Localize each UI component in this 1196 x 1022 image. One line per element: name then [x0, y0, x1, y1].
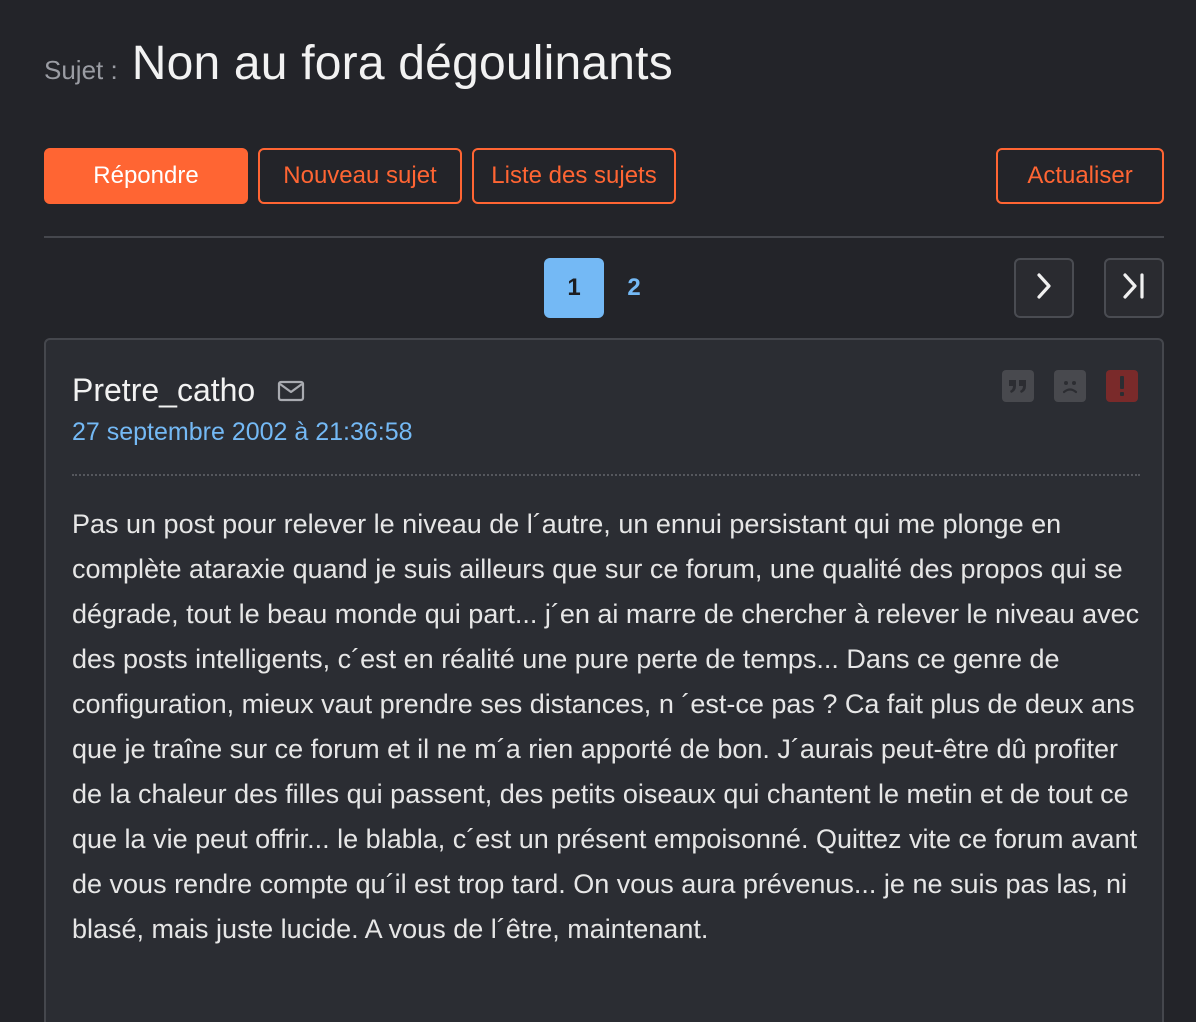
chevron-right-icon [1033, 272, 1055, 305]
topic-list-button[interactable]: Liste des sujets [472, 148, 676, 204]
post-author[interactable]: Pretre_catho [72, 372, 255, 409]
last-page-button[interactable] [1104, 258, 1164, 318]
quote-icon[interactable] [1002, 370, 1034, 402]
topic-toolbar: Répondre Nouveau sujet Liste des sujets … [44, 148, 1164, 204]
page-1-button[interactable]: 1 [544, 258, 604, 318]
last-page-icon [1120, 272, 1148, 305]
page-2-link[interactable]: 2 [604, 258, 664, 318]
mail-icon[interactable] [277, 380, 305, 402]
post-date-link[interactable]: 27 septembre 2002 à 21:36:58 [72, 418, 413, 447]
new-topic-button[interactable]: Nouveau sujet [258, 148, 462, 204]
next-page-button[interactable] [1014, 258, 1074, 318]
forum-topic-page: Sujet : Non au fora dégoulinants Répondr… [0, 0, 1196, 1022]
post-author-row: Pretre_catho [72, 372, 305, 409]
topic-header: Sujet : Non au fora dégoulinants [44, 36, 673, 91]
toolbar-divider [44, 236, 1164, 238]
post-card: Pretre_catho 27 septembre 2002 à 21:36:5… [44, 338, 1164, 1022]
pagination: 1 2 [0, 258, 1196, 318]
page-title: Non au fora dégoulinants [131, 37, 673, 90]
report-icon[interactable] [1106, 370, 1138, 402]
reply-button[interactable]: Répondre [44, 148, 248, 204]
post-header-separator [72, 474, 1140, 476]
post-actions [1002, 370, 1138, 402]
refresh-button[interactable]: Actualiser [996, 148, 1164, 204]
subject-prefix: Sujet : [44, 55, 118, 85]
post-body: Pas un post pour relever le niveau de l´… [72, 509, 1140, 944]
sad-face-icon[interactable] [1054, 370, 1086, 402]
